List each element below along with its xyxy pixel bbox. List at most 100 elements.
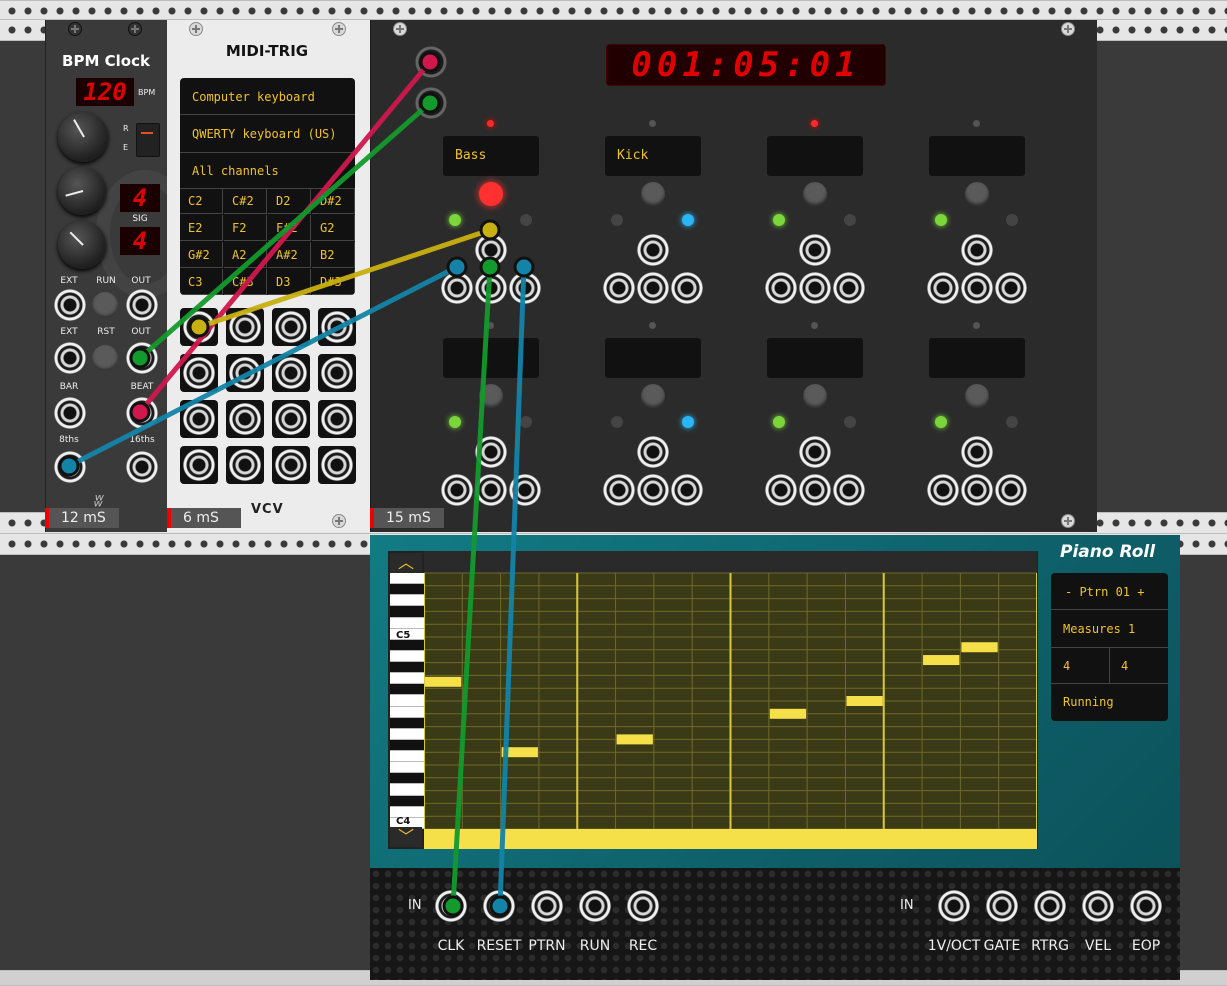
piano-key[interactable] bbox=[390, 662, 424, 674]
track-name-display[interactable] bbox=[767, 136, 863, 176]
track-output-jack[interactable] bbox=[927, 272, 959, 304]
trigger-out-jack[interactable] bbox=[275, 403, 307, 435]
note-block[interactable] bbox=[501, 747, 538, 758]
track-output-jack[interactable] bbox=[995, 474, 1027, 506]
note-cell[interactable]: F#2 bbox=[268, 215, 311, 241]
track-output-jack[interactable] bbox=[509, 272, 541, 304]
trigger-out-jack[interactable] bbox=[321, 357, 353, 389]
track-input-jack[interactable] bbox=[475, 436, 507, 468]
midi-device-select[interactable]: QWERTY keyboard (US) bbox=[192, 127, 337, 141]
piano-key[interactable] bbox=[390, 728, 424, 740]
note-grid-canvas[interactable] bbox=[424, 551, 1037, 849]
piano-roll-input-clk[interactable] bbox=[435, 890, 467, 922]
piano-roll-input-ptrn[interactable] bbox=[531, 890, 563, 922]
piano-roll-editor[interactable]: ︿ C5 C4 ﹀ bbox=[388, 551, 1038, 849]
piano-key[interactable] bbox=[390, 673, 424, 685]
piano-roll-output-1v-oct[interactable] bbox=[938, 890, 970, 922]
note-cell[interactable]: C2 bbox=[180, 188, 223, 214]
track-name-display[interactable] bbox=[443, 338, 539, 378]
track-output-jack[interactable] bbox=[765, 272, 797, 304]
track-output-jack[interactable] bbox=[509, 474, 541, 506]
note-cell[interactable]: B2 bbox=[312, 242, 355, 268]
piano-roll-output-gate[interactable] bbox=[986, 890, 1018, 922]
piano-key[interactable] bbox=[390, 784, 424, 796]
piano-key[interactable] bbox=[390, 595, 424, 607]
note-cell[interactable]: G#2 bbox=[180, 242, 223, 268]
reset-out-jack[interactable] bbox=[126, 342, 158, 374]
measures-field[interactable]: Measures 1 bbox=[1063, 622, 1135, 636]
track-name-display[interactable] bbox=[605, 338, 701, 378]
track-output-jack[interactable] bbox=[927, 474, 959, 506]
track-trigger-button[interactable] bbox=[803, 384, 827, 408]
note-cell[interactable]: D#2 bbox=[312, 188, 355, 214]
trigger-out-jack[interactable] bbox=[275, 357, 307, 389]
piano-key[interactable] bbox=[390, 706, 424, 718]
reset-button[interactable] bbox=[92, 345, 118, 371]
track-name-display[interactable]: Bass bbox=[443, 136, 539, 176]
track-output-jack[interactable] bbox=[765, 474, 797, 506]
track-output-jack[interactable] bbox=[441, 474, 473, 506]
trigger-out-jack[interactable] bbox=[321, 449, 353, 481]
note-cell[interactable]: G2 bbox=[312, 215, 355, 241]
track-input-jack[interactable] bbox=[961, 234, 993, 266]
track-name-display[interactable] bbox=[767, 338, 863, 378]
track-trigger-button[interactable] bbox=[641, 182, 665, 206]
note-block[interactable] bbox=[616, 734, 653, 745]
trigger-out-jack[interactable] bbox=[275, 449, 307, 481]
track-trigger-button[interactable] bbox=[479, 182, 503, 206]
piano-roll-input-rec[interactable] bbox=[627, 890, 659, 922]
track-output-jack[interactable] bbox=[833, 474, 865, 506]
track-output-jack[interactable] bbox=[833, 272, 865, 304]
track-output-jack[interactable] bbox=[961, 474, 993, 506]
track-input-jack[interactable] bbox=[799, 436, 831, 468]
run-switch[interactable] bbox=[136, 123, 160, 157]
track-output-jack[interactable] bbox=[799, 272, 831, 304]
piano-key[interactable] bbox=[390, 751, 424, 763]
track-trigger-button[interactable] bbox=[965, 182, 989, 206]
trigger-out-jack[interactable] bbox=[321, 403, 353, 435]
midi-channel-select[interactable]: All channels bbox=[192, 164, 279, 178]
piano-roll-output-eop[interactable] bbox=[1130, 890, 1162, 922]
eighths-jack[interactable] bbox=[54, 451, 86, 483]
ext-run-jack[interactable] bbox=[54, 289, 86, 321]
track-output-jack[interactable] bbox=[603, 474, 635, 506]
track-output-jack[interactable] bbox=[475, 272, 507, 304]
track-output-jack[interactable] bbox=[671, 272, 703, 304]
note-cell[interactable]: A2 bbox=[224, 242, 267, 268]
midi-driver-select[interactable]: Computer keyboard bbox=[192, 90, 315, 104]
track-output-jack[interactable] bbox=[961, 272, 993, 304]
piano-key[interactable] bbox=[390, 773, 424, 785]
piano-key[interactable] bbox=[390, 695, 424, 707]
track-output-jack[interactable] bbox=[475, 474, 507, 506]
track-input-jack[interactable] bbox=[637, 436, 669, 468]
piano-keyboard[interactable]: C5 C4 bbox=[390, 573, 424, 829]
track-input-jack[interactable] bbox=[475, 234, 507, 266]
trigger-out-jack[interactable] bbox=[229, 449, 261, 481]
track-trigger-button[interactable] bbox=[803, 182, 827, 206]
track-output-jack[interactable] bbox=[995, 272, 1027, 304]
piano-roll-input-run[interactable] bbox=[579, 890, 611, 922]
trigger-out-jack[interactable] bbox=[229, 357, 261, 389]
track-name-display[interactable] bbox=[929, 136, 1025, 176]
track-trigger-button[interactable] bbox=[479, 384, 503, 408]
piano-key[interactable] bbox=[390, 795, 424, 807]
piano-key[interactable] bbox=[390, 739, 424, 752]
track-output-jack[interactable] bbox=[637, 272, 669, 304]
tempo-knob[interactable] bbox=[58, 112, 108, 162]
bar-jack[interactable] bbox=[54, 397, 86, 429]
scroll-down-button[interactable]: ﹀ bbox=[390, 827, 422, 847]
time-sig-numerator[interactable]: 4 bbox=[1063, 659, 1070, 673]
note-cell[interactable]: C3 bbox=[180, 269, 223, 295]
track-output-jack[interactable] bbox=[799, 474, 831, 506]
note-cell[interactable]: F2 bbox=[224, 215, 267, 241]
track-output-jack[interactable] bbox=[671, 474, 703, 506]
track-input-jack[interactable] bbox=[637, 234, 669, 266]
piano-key[interactable] bbox=[390, 717, 424, 729]
track-name-display[interactable] bbox=[929, 338, 1025, 378]
track-output-jack[interactable] bbox=[603, 272, 635, 304]
run-button[interactable] bbox=[92, 292, 118, 318]
track-input-jack[interactable] bbox=[961, 436, 993, 468]
track-output-jack[interactable] bbox=[441, 272, 473, 304]
trigger-out-jack[interactable] bbox=[229, 311, 261, 343]
trigger-out-jack[interactable] bbox=[321, 311, 353, 343]
